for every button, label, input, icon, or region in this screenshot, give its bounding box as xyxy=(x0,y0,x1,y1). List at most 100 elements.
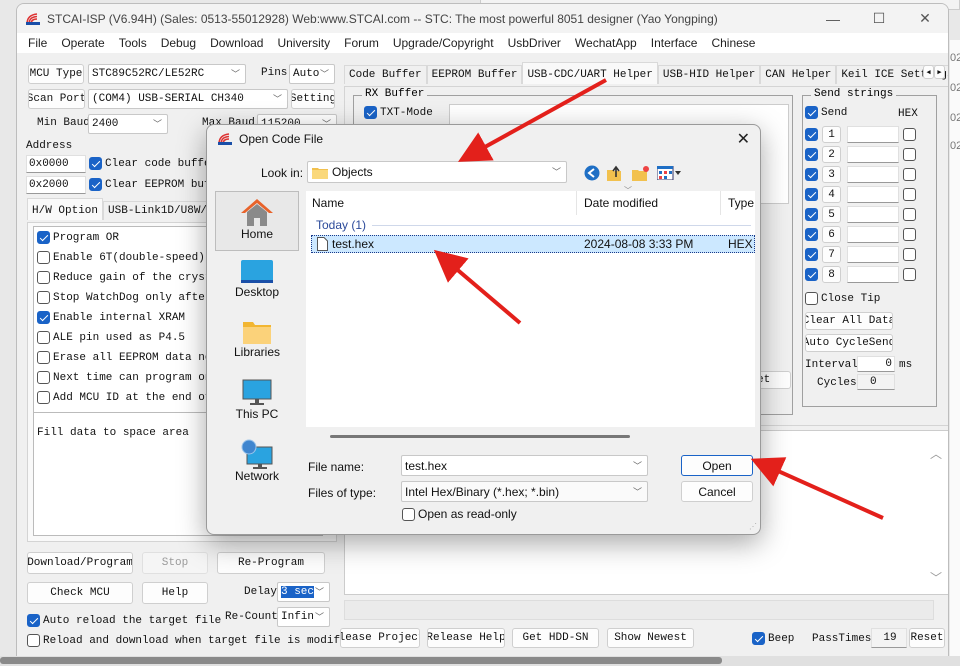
send-row-checkbox[interactable] xyxy=(805,128,818,141)
tab-scroll-left[interactable]: ◀ xyxy=(923,65,934,79)
option-enable-6t[interactable]: Enable 6T(double-speed) m xyxy=(37,251,218,264)
place-network[interactable]: Network xyxy=(215,439,299,494)
send-row-input[interactable] xyxy=(847,206,899,223)
delay-select[interactable]: 3 sec ﹀ xyxy=(277,582,330,602)
send-row-input[interactable] xyxy=(847,146,899,163)
auto-reload-checkbox[interactable]: Auto reload the target file xyxy=(27,614,221,627)
dialog-close-icon[interactable]: ✕ xyxy=(737,129,750,149)
send-row-button[interactable]: 6 xyxy=(822,226,841,243)
send-row-input[interactable] xyxy=(847,246,899,263)
menu-chinese[interactable]: Chinese xyxy=(704,36,762,50)
close-button[interactable]: ✕ xyxy=(902,4,948,33)
up-folder-icon[interactable] xyxy=(607,165,625,181)
send-row-checkbox[interactable] xyxy=(805,188,818,201)
send-row-button[interactable]: 2 xyxy=(822,146,841,163)
stop-button[interactable]: Stop xyxy=(142,552,208,574)
pins-select[interactable]: Auto ﹀ xyxy=(289,64,335,84)
send-row-hex-checkbox[interactable] xyxy=(903,168,916,181)
option-add-mcu-id[interactable]: Add MCU ID at the end of xyxy=(37,391,211,404)
release-project-button[interactable]: Release Project xyxy=(340,628,420,648)
menu-debug[interactable]: Debug xyxy=(154,36,203,50)
clear-code-checkbox[interactable]: Clear code buffer xyxy=(89,157,217,170)
setting-button[interactable]: Setting xyxy=(291,89,335,109)
tab-usb-hid[interactable]: USB-HID Helper xyxy=(657,65,761,84)
minimize-button[interactable]: — xyxy=(810,4,856,33)
send-row-button[interactable]: 3 xyxy=(822,166,841,183)
mcu-type-button[interactable]: MCU Type xyxy=(28,64,84,84)
interval-field[interactable]: 0 xyxy=(857,356,895,372)
read-only-checkbox[interactable]: Open as read-only xyxy=(402,507,517,521)
port-select[interactable]: (COM4) USB-SERIAL CH340 ﹀ xyxy=(88,89,288,109)
file-list[interactable]: Name Date modified Type ﹀ Today (1) test… xyxy=(306,186,756,427)
new-folder-icon[interactable] xyxy=(632,165,650,181)
show-newest-button[interactable]: Show Newest xyxy=(607,628,694,648)
bottom-scrollbar[interactable] xyxy=(0,656,960,666)
file-row[interactable]: test.hex 2024-08-08 3:33 PM HEX F xyxy=(311,235,756,253)
menu-file[interactable]: File xyxy=(21,36,54,50)
place-libraries[interactable]: Libraries xyxy=(215,319,299,374)
mcu-type-select[interactable]: STC89C52RC/LE52RC ﹀ xyxy=(88,64,246,84)
option-erase-eeprom[interactable]: Erase all EEPROM data nex xyxy=(37,351,218,364)
download-program-button[interactable]: Download/Program xyxy=(27,552,133,574)
re-program-button[interactable]: Re-Program xyxy=(217,552,325,574)
clear-all-data-button[interactable]: Clear All Data xyxy=(805,312,893,330)
scroll-thumb[interactable] xyxy=(330,435,630,438)
horizontal-scrollbar[interactable] xyxy=(306,427,755,443)
recount-select[interactable]: Infin ﹀ xyxy=(277,607,330,627)
scroll-up-icon[interactable]: ︿ xyxy=(930,445,942,462)
min-baud-select[interactable]: 2400 ﹀ xyxy=(88,114,168,134)
menu-operate[interactable]: Operate xyxy=(54,36,111,50)
tab-usb-cdc-uart[interactable]: USB-CDC/UART Helper xyxy=(522,62,658,84)
send-row-input[interactable] xyxy=(847,226,899,243)
scroll-down-icon[interactable]: ﹀ xyxy=(930,569,942,586)
release-help-button[interactable]: Release Help xyxy=(427,628,505,648)
send-row-button[interactable]: 4 xyxy=(822,186,841,203)
place-desktop[interactable]: Desktop xyxy=(215,259,299,314)
reset-pass-times-button[interactable]: Reset xyxy=(909,628,945,648)
reload-download-checkbox[interactable]: Reload and download when target file is … xyxy=(27,634,360,647)
option-enable-xram[interactable]: Enable internal XRAM xyxy=(37,311,185,324)
send-row-hex-checkbox[interactable] xyxy=(903,128,916,141)
send-row-button[interactable]: 8 xyxy=(822,266,841,283)
resize-grip-icon[interactable]: ⋰ xyxy=(749,522,757,531)
back-icon[interactable] xyxy=(584,165,600,181)
menu-wechatapp[interactable]: WechatApp xyxy=(568,36,644,50)
send-row-checkbox[interactable] xyxy=(805,248,818,261)
menu-forum[interactable]: Forum xyxy=(337,36,386,50)
address-code-field[interactable]: 0x0000 xyxy=(26,155,86,173)
maximize-button[interactable]: ☐ xyxy=(856,4,902,33)
txt-mode-checkbox[interactable]: TXT-Mode xyxy=(364,106,433,119)
check-mcu-button[interactable]: Check MCU xyxy=(27,582,133,604)
option-next-time[interactable]: Next time can program onl xyxy=(37,371,218,384)
beep-checkbox[interactable]: Beep xyxy=(752,632,794,645)
option-reduce-gain[interactable]: Reduce gain of the crysta xyxy=(37,271,218,284)
get-hdd-sn-button[interactable]: Get HDD-SN xyxy=(512,628,599,648)
option-ale-pin[interactable]: ALE pin used as P4.5 xyxy=(37,331,185,344)
files-of-type-select[interactable]: Intel Hex/Binary (*.hex; *.bin) ﹀ xyxy=(401,481,648,502)
send-row-hex-checkbox[interactable] xyxy=(903,228,916,241)
group-header-today[interactable]: Today (1) xyxy=(316,218,751,232)
send-row-hex-checkbox[interactable] xyxy=(903,208,916,221)
send-row-button[interactable]: 7 xyxy=(822,246,841,263)
send-row-checkbox[interactable] xyxy=(805,168,818,181)
tab-scroll-right[interactable]: ▶ xyxy=(934,65,945,79)
cancel-button[interactable]: Cancel xyxy=(681,481,753,502)
file-name-input[interactable]: test.hex ﹀ xyxy=(401,455,648,476)
option-stop-watchdog[interactable]: Stop WatchDog only after xyxy=(37,291,211,304)
auto-cycle-send-button[interactable]: Auto CycleSend xyxy=(805,334,893,352)
send-row-checkbox[interactable] xyxy=(805,208,818,221)
tab-code-buffer[interactable]: Code Buffer xyxy=(344,65,427,84)
address-eeprom-field[interactable]: 0x2000 xyxy=(26,176,86,194)
send-row-hex-checkbox[interactable] xyxy=(903,188,916,201)
send-row-hex-checkbox[interactable] xyxy=(903,148,916,161)
column-name[interactable]: Name xyxy=(312,191,344,215)
view-menu-icon[interactable] xyxy=(657,166,681,180)
cycles-field[interactable]: 0 xyxy=(857,374,895,390)
place-this-pc[interactable]: This PC xyxy=(215,379,299,434)
tab-hw-option[interactable]: H/W Option xyxy=(27,198,104,220)
open-button[interactable]: Open xyxy=(681,455,753,476)
menu-interface[interactable]: Interface xyxy=(644,36,705,50)
menu-university[interactable]: University xyxy=(270,36,337,50)
menu-usbdriver[interactable]: UsbDriver xyxy=(501,36,568,50)
bottom-scroll-thumb[interactable] xyxy=(0,657,722,664)
